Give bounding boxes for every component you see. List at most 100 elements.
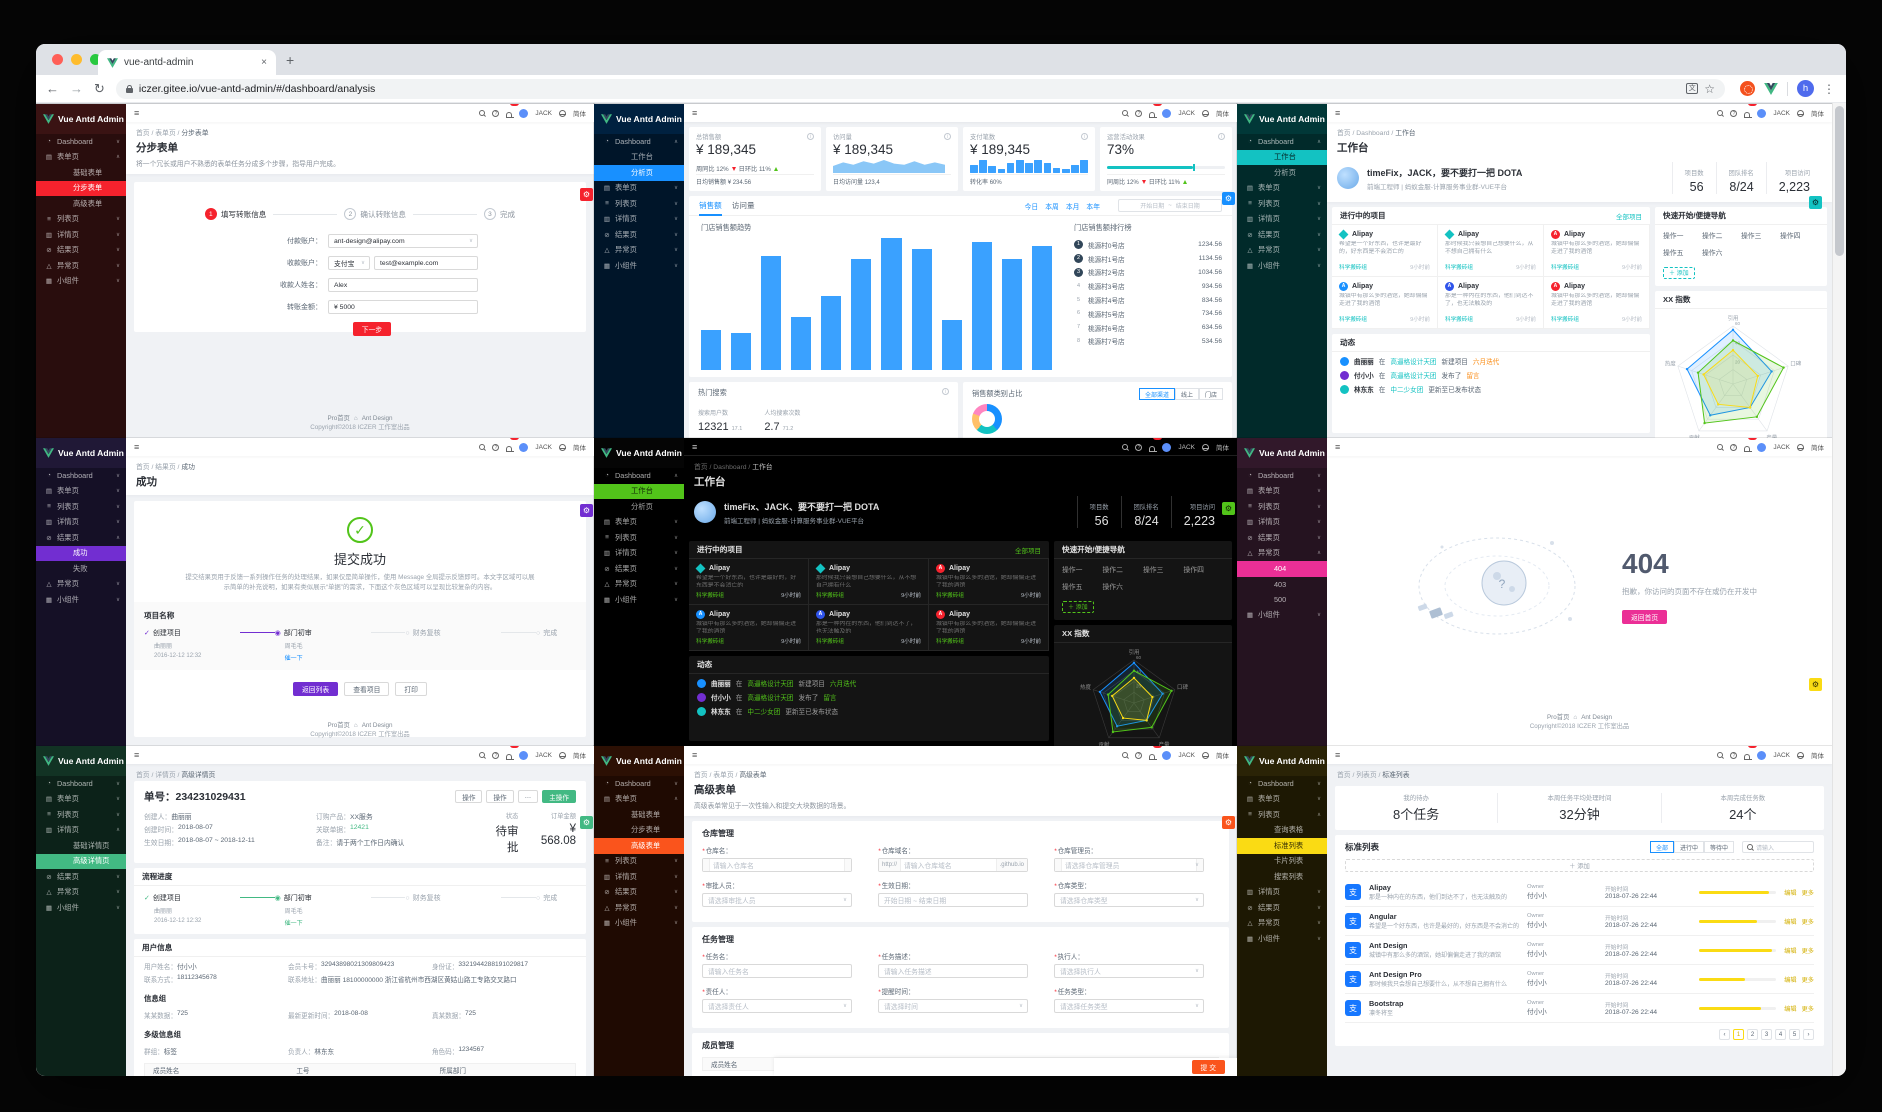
filter-button[interactable]: 进行中	[1673, 841, 1704, 853]
language-label[interactable]: 简体	[1216, 750, 1229, 760]
menu-collapse-icon[interactable]	[692, 750, 697, 760]
sidebar-item[interactable]: 结果页∨	[36, 243, 126, 259]
project-group-link[interactable]: 科学搬砖组	[1339, 263, 1367, 271]
sidebar-item[interactable]: 小组件∨	[36, 900, 126, 916]
theme-settings-gear-icon[interactable]	[1809, 196, 1822, 209]
language-label[interactable]: 简体	[1811, 108, 1824, 118]
quick-op-link[interactable]: 操作五	[1663, 247, 1702, 257]
language-label[interactable]: 简体	[573, 750, 586, 760]
sidebar-item[interactable]: 结果页∨	[594, 227, 684, 243]
sidebar-item[interactable]: 小组件∨	[1237, 608, 1327, 624]
date-range-picker[interactable]: 开始日期 ~ 结束日期	[1118, 199, 1222, 212]
language-icon[interactable]	[1797, 109, 1804, 117]
language-icon[interactable]	[1202, 109, 1209, 117]
notifications-icon[interactable]: 12	[1149, 746, 1163, 764]
edit-link[interactable]: 编辑	[1784, 917, 1796, 926]
sidebar-item[interactable]: Dashboard∨	[594, 776, 684, 792]
sidebar-item[interactable]: 结果页∨	[1237, 227, 1327, 243]
user-avatar[interactable]	[1757, 442, 1767, 452]
user-avatar[interactable]	[1162, 750, 1172, 760]
user-avatar[interactable]	[519, 750, 529, 760]
quick-op-link[interactable]: 操作四	[1184, 564, 1225, 574]
object-link[interactable]: 留言	[1466, 370, 1479, 380]
action-button[interactable]: 操作	[455, 790, 483, 803]
sidebar-item[interactable]: 分步表单	[36, 180, 126, 196]
view-project-button[interactable]: 查看项目	[344, 682, 390, 697]
quick-op-link[interactable]: 操作一	[1062, 564, 1103, 574]
sidebar-item[interactable]: 结果页∧	[36, 530, 126, 546]
project-cell[interactable]: Alipay 那时候我只会想自己想要什么，从不想自己拥有什么 科学搬砖组 9小时前	[1437, 225, 1544, 277]
sidebar-item[interactable]: 搜索列表	[1237, 869, 1327, 885]
sidebar-item[interactable]: 结果页∨	[1237, 900, 1327, 916]
language-label[interactable]: 简体	[1811, 750, 1824, 760]
edit-link[interactable]: 编辑	[1784, 1004, 1796, 1013]
range-preset-link[interactable]: 今日	[1025, 201, 1039, 211]
help-icon[interactable]	[1730, 443, 1738, 451]
breadcrumb[interactable]: 首页 / 详情页 / 高级详情页	[126, 764, 594, 781]
sidebar-item[interactable]: 小组件∨	[1237, 931, 1327, 947]
project-cell[interactable]: Alipay 那时候我只会想自己想要什么，从不想自己拥有什么 科学搬砖组 9小时前	[808, 559, 929, 605]
page-button[interactable]: ›	[1803, 1029, 1814, 1040]
sidebar-item[interactable]: 详情页∨	[1237, 515, 1327, 531]
page-button[interactable]: 4	[1775, 1029, 1786, 1040]
action-button[interactable]: 主操作	[542, 790, 576, 803]
breadcrumb[interactable]: 首页 / 表单页 / 分步表单	[126, 122, 594, 139]
sidebar-item[interactable]: 成功	[36, 545, 126, 561]
edit-link[interactable]: 编辑	[1784, 946, 1796, 955]
object-link[interactable]: 六月迭代	[830, 678, 856, 688]
sidebar-item[interactable]: Dashboard∨	[1237, 776, 1327, 792]
project-cell[interactable]: A Alipay 城镇中有那么多的酒馆，她却偏偏走进了我的酒馆 科学搬砖组 9小时前	[689, 605, 809, 651]
search-icon[interactable]	[1717, 444, 1724, 450]
back-to-list-button[interactable]: 返回列表	[293, 682, 339, 697]
form-input[interactable]: 请输入仓库名	[702, 858, 852, 872]
sidebar-item[interactable]: 小组件∨	[36, 592, 126, 608]
form-input[interactable]: 请选择时间	[878, 999, 1028, 1013]
chart-tab[interactable]: 访问量	[732, 196, 755, 216]
quick-op-link[interactable]: 操作二	[1103, 564, 1144, 574]
sidebar-item[interactable]: 异常页∨	[594, 577, 684, 593]
breadcrumb[interactable]: 首页 / Dashboard / 工作台	[684, 456, 1237, 473]
app-logo[interactable]: Vue Antd Admin	[594, 746, 684, 776]
url-text[interactable]: iczer.gitee.io/vue-antd-admin/#/dashboar…	[139, 83, 375, 95]
help-icon[interactable]	[492, 109, 500, 117]
notifications-icon[interactable]: 12	[506, 104, 520, 122]
notifications-icon[interactable]: 12	[506, 438, 520, 456]
extension-icon[interactable]	[1740, 81, 1755, 96]
object-link[interactable]: 六月迭代	[1473, 356, 1499, 366]
sidebar-item[interactable]: 表单页∨	[36, 484, 126, 500]
sidebar-item[interactable]: 异常页∨	[36, 258, 126, 274]
range-preset-link[interactable]: 本年	[1086, 201, 1100, 211]
urge-link[interactable]: 催一下	[285, 656, 303, 662]
project-group-link[interactable]: 科学搬砖组	[1551, 315, 1579, 323]
page-button[interactable]: 5	[1789, 1029, 1800, 1040]
app-logo[interactable]: Vue Antd Admin	[594, 104, 684, 134]
form-input[interactable]: 请选择执行人	[1054, 964, 1204, 978]
user-avatar[interactable]	[1757, 750, 1767, 760]
info-icon[interactable]	[942, 388, 949, 395]
help-icon[interactable]	[1135, 751, 1143, 759]
sidebar-item[interactable]: 小组件∨	[594, 916, 684, 932]
filter-button[interactable]: 全部	[1649, 841, 1674, 853]
team-link[interactable]: 高逼格设计天团	[1390, 356, 1436, 366]
project-group-link[interactable]: 科学搬砖组	[936, 591, 964, 599]
sidebar-item[interactable]: 分析页	[594, 165, 684, 181]
search-icon[interactable]	[1122, 444, 1129, 450]
project-group-link[interactable]: 科学搬砖组	[696, 591, 724, 599]
language-icon[interactable]	[559, 443, 566, 451]
language-icon[interactable]	[1797, 751, 1804, 759]
sidebar-item[interactable]: 异常页∧	[1237, 546, 1327, 562]
browser-menu-icon[interactable]: ⋮	[1823, 82, 1836, 96]
sidebar-item[interactable]: 详情页∨	[594, 546, 684, 562]
sidebar-item[interactable]: 表单页∨	[1237, 792, 1327, 808]
sidebar-item[interactable]: 详情页∨	[1237, 885, 1327, 901]
sidebar-item[interactable]: 异常页∨	[36, 577, 126, 593]
app-logo[interactable]: Vue Antd Admin	[1237, 746, 1327, 776]
sidebar-item[interactable]: 表单页∧	[594, 792, 684, 808]
menu-collapse-icon[interactable]	[134, 108, 139, 118]
add-button[interactable]: ＋ 添加	[1062, 600, 1094, 613]
amount-input[interactable]: ¥ 5000	[328, 300, 478, 314]
menu-collapse-icon[interactable]	[692, 442, 697, 452]
language-icon[interactable]	[559, 109, 566, 117]
team-link[interactable]: 高逼格设计天团	[747, 678, 793, 688]
form-input[interactable]: 请选择仓库管理员	[1054, 858, 1204, 872]
